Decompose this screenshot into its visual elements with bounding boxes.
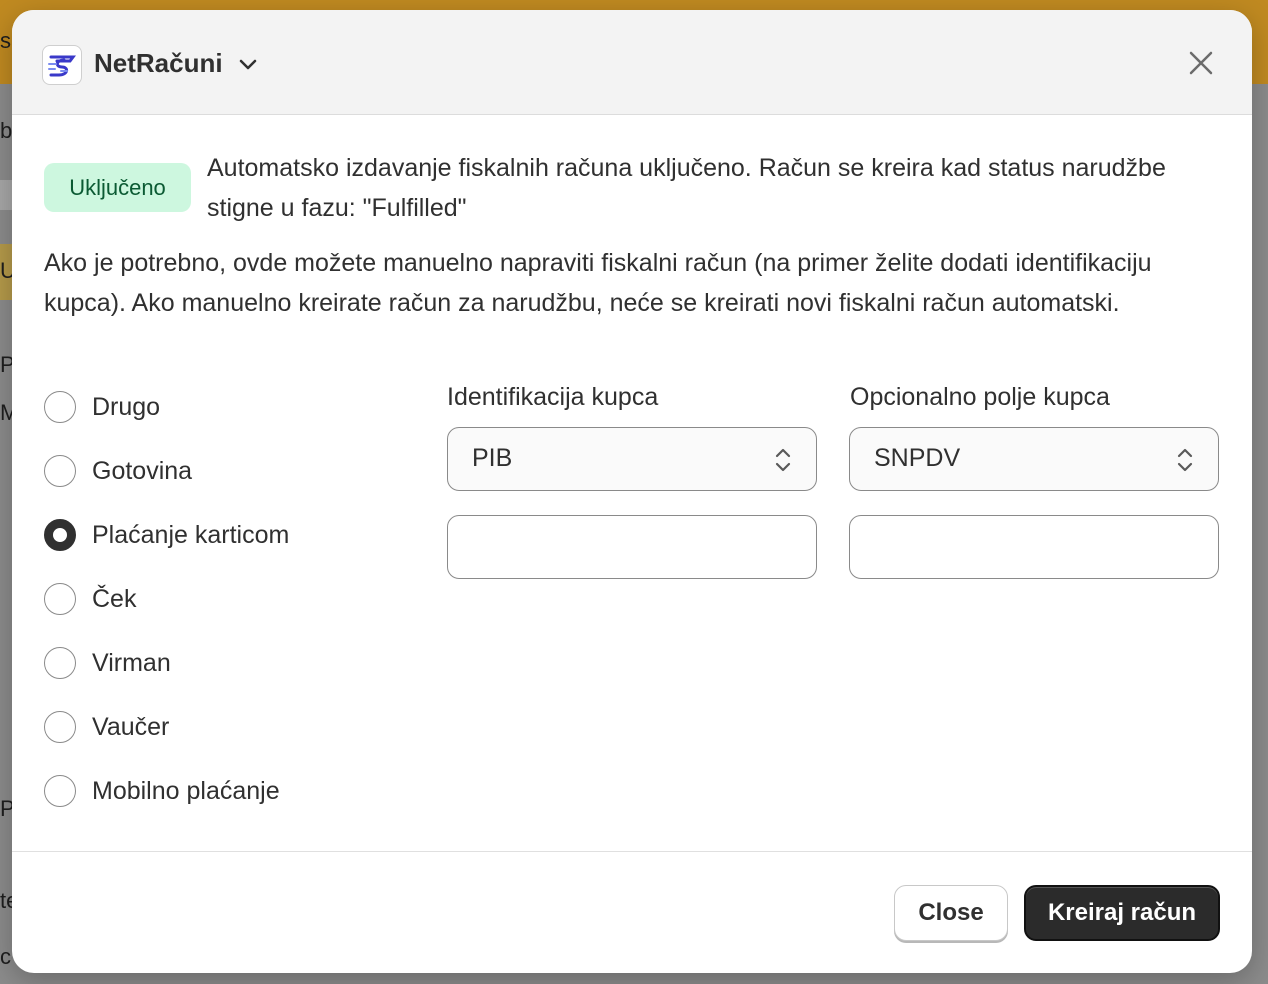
backdrop-text: Pa — [0, 796, 12, 821]
manual-receipt-info: Ako je potrebno, ovde možete manuelno na… — [44, 249, 1152, 317]
payment-option-mobilno-placanje[interactable]: Mobilno plaćanje — [44, 771, 280, 811]
radio-button[interactable] — [44, 775, 76, 807]
app-switcher-title[interactable]: NetRačuni — [94, 48, 223, 79]
radio-button-selected[interactable] — [44, 519, 76, 551]
radio-button[interactable] — [44, 391, 76, 423]
radio-button[interactable] — [44, 455, 76, 487]
select-value: SNPDV — [874, 444, 961, 472]
radio-label: Ček — [92, 584, 137, 613]
backdrop-text: Ur — [0, 258, 12, 283]
select-value: PIB — [472, 444, 513, 472]
select-arrows-icon — [775, 448, 791, 472]
optional-field-type-select[interactable]: SNPDV — [849, 427, 1219, 491]
backdrop-text: te — [0, 888, 12, 913]
payment-option-drugo[interactable]: Drugo — [44, 387, 160, 427]
radio-button[interactable] — [44, 583, 76, 615]
radio-button[interactable] — [44, 711, 76, 743]
fiscal-receipt-modal: NetRačuni Uključeno Automatsko izdavanje… — [12, 10, 1252, 973]
buyer-id-input[interactable] — [447, 515, 817, 579]
close-button[interactable]: Close — [894, 885, 1008, 941]
payment-option-virman[interactable]: Virman — [44, 643, 171, 683]
backdrop-text: s — [0, 28, 11, 53]
buyer-id-label: Identifikacija kupca — [447, 383, 659, 411]
footer-divider — [12, 851, 1252, 852]
optional-field-label: Opcionalno polje kupca — [850, 383, 1110, 411]
buyer-id-type-select[interactable]: PIB — [447, 427, 817, 491]
radio-label: Drugo — [92, 392, 161, 421]
modal-header: NetRačuni — [12, 10, 1252, 115]
close-icon[interactable] — [1186, 48, 1216, 78]
radio-label: Vaučer — [92, 712, 170, 741]
payment-option-cek[interactable]: Ček — [44, 579, 136, 619]
backdrop-strip — [0, 180, 12, 210]
backdrop-text: M — [0, 400, 12, 425]
radio-label: Mobilno plaćanje — [92, 776, 280, 805]
payment-option-gotovina[interactable]: Gotovina — [44, 451, 192, 491]
payment-option-placanje-karticom[interactable]: Plaćanje karticom — [44, 515, 289, 555]
payment-option-vaucer[interactable]: Vaučer — [44, 707, 169, 747]
backdrop-text: co — [0, 944, 12, 969]
status-badge: Uključeno — [44, 163, 191, 212]
select-arrows-icon — [1177, 448, 1193, 472]
radio-button[interactable] — [44, 647, 76, 679]
optional-field-input[interactable] — [849, 515, 1219, 579]
auto-issuing-message: Automatsko izdavanje fiskalnih računa uk… — [207, 154, 1166, 222]
radio-label: Plaćanje karticom — [92, 520, 290, 549]
radio-label: Virman — [92, 648, 171, 677]
backdrop-text: ba — [0, 118, 12, 143]
netracuni-logo-icon — [42, 45, 82, 85]
backdrop-text: P — [0, 352, 12, 377]
radio-label: Gotovina — [92, 456, 193, 485]
create-receipt-button[interactable]: Kreiraj račun — [1024, 885, 1220, 941]
chevron-down-icon[interactable] — [238, 58, 258, 72]
